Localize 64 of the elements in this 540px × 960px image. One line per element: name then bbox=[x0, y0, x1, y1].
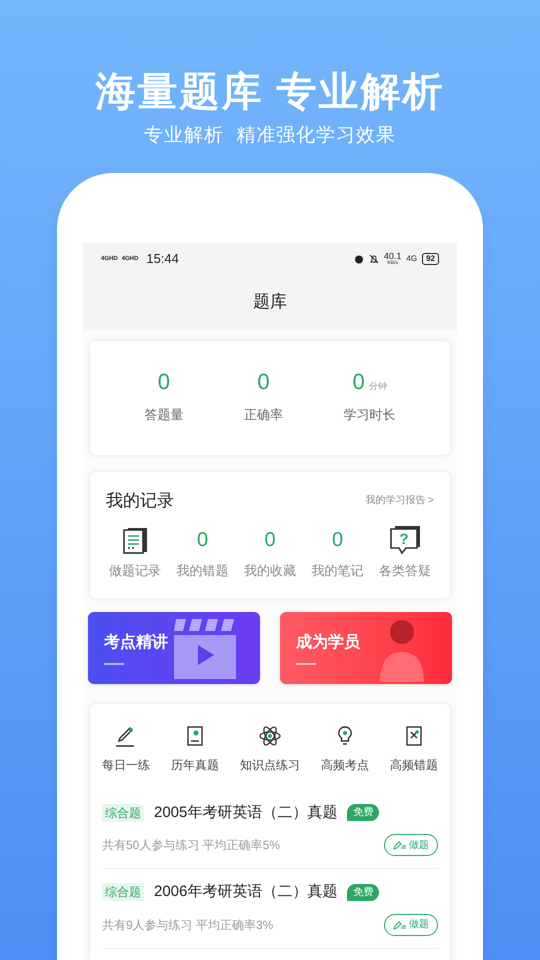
record-label: 各类答疑 bbox=[379, 562, 431, 580]
exam-stats: 共有50人参与练习 平均正确率5% bbox=[102, 837, 280, 854]
stat-unit: 分钟 bbox=[368, 380, 387, 392]
stat-label: 答题量 bbox=[144, 406, 184, 424]
bell-muted-icon bbox=[368, 254, 379, 264]
record-item[interactable]: 0 我的笔记 bbox=[304, 525, 370, 580]
stat-value: 0 bbox=[352, 370, 365, 392]
category-tag: 综合题 bbox=[102, 883, 144, 902]
lecture-banner[interactable]: 考点精讲 bbox=[88, 612, 260, 684]
stat-value: 0 bbox=[257, 370, 270, 393]
records-title: 我的记录 bbox=[106, 490, 174, 512]
record-label: 我的收藏 bbox=[244, 562, 296, 580]
stat-label: 正确率 bbox=[244, 406, 283, 424]
shortcut-label: 历年真题 bbox=[171, 756, 219, 774]
shortcut-item[interactable]: 高频考点 bbox=[321, 724, 369, 774]
practice-button[interactable]: 做题 bbox=[384, 914, 438, 936]
stat-value: 0 bbox=[158, 370, 170, 393]
exam-stats: 共有9人参与练习 平均正确率3% bbox=[102, 916, 274, 934]
shortcut-label: 高频错题 bbox=[390, 756, 438, 774]
shortcut-item[interactable]: 每日一练 bbox=[102, 724, 150, 774]
exam-row[interactable]: 综合题 2006年考研英语（二）真题 免费 共有9人参与练习 平均正确率3% 做题 bbox=[102, 869, 438, 948]
record-item[interactable]: ? 各类答疑 bbox=[372, 525, 438, 580]
record-label: 做题记录 bbox=[109, 562, 161, 580]
pencil-icon bbox=[393, 840, 407, 850]
banner-title: 成为学员 bbox=[296, 632, 360, 652]
headline: 海量题库 专业解析 bbox=[95, 69, 445, 116]
record-count: 0 bbox=[264, 528, 276, 553]
pencil-icon bbox=[393, 920, 407, 930]
exam-row[interactable]: 综合题 2005年考研英语（二）真题 免费 共有50人参与练习 平均正确率5% 做题 bbox=[102, 790, 438, 869]
atom-icon bbox=[258, 724, 282, 748]
underline-mark bbox=[104, 662, 124, 664]
network-type: 4G bbox=[406, 252, 418, 264]
record-label: 我的笔记 bbox=[312, 562, 364, 580]
category-tag: 综合题 bbox=[102, 804, 144, 822]
shortcut-label: 知识点练习 bbox=[240, 756, 300, 774]
document-icon bbox=[121, 526, 149, 554]
record-item[interactable]: 0 我的收藏 bbox=[237, 525, 303, 580]
clapperboard-icon bbox=[174, 616, 236, 678]
study-report-link[interactable]: 我的学习报告 > bbox=[365, 492, 434, 508]
banner-title: 考点精讲 bbox=[104, 632, 168, 652]
battery-level: 92 bbox=[422, 252, 439, 264]
record-count: 0 bbox=[332, 528, 344, 553]
stat-label: 学习时长 bbox=[344, 406, 396, 424]
practice-button[interactable]: 做题 bbox=[384, 834, 438, 856]
exam-title: 2006年考研英语（二）真题 bbox=[154, 882, 338, 902]
subheadline: 专业解析 精准强化学习效果 bbox=[144, 124, 396, 148]
record-label: 我的错题 bbox=[176, 562, 228, 580]
exam-title: 2005年考研英语（二）真题 bbox=[154, 802, 338, 822]
underline-mark bbox=[296, 662, 316, 664]
shortcut-item[interactable]: 历年真题 bbox=[171, 724, 219, 774]
free-badge: 免费 bbox=[347, 804, 380, 822]
net-speed: 40.1 bbox=[384, 252, 402, 260]
record-item[interactable]: 0 我的错题 bbox=[170, 525, 236, 580]
record-count: 0 bbox=[196, 528, 208, 553]
shortcut-item[interactable]: 高频错题 bbox=[390, 724, 438, 774]
membership-banner[interactable]: 成为学员 bbox=[280, 612, 452, 684]
question-bubble-icon: ? bbox=[389, 525, 421, 555]
free-badge: 免费 bbox=[347, 884, 380, 901]
shortcut-item[interactable]: 知识点练习 bbox=[240, 724, 300, 774]
record-item[interactable]: 做题记录 bbox=[102, 525, 168, 580]
shortcut-label: 每日一练 bbox=[102, 756, 150, 774]
shortcut-label: 高频考点 bbox=[321, 756, 369, 774]
clock-time: 15:44 bbox=[146, 250, 179, 268]
page-title: 题库 bbox=[253, 291, 287, 314]
